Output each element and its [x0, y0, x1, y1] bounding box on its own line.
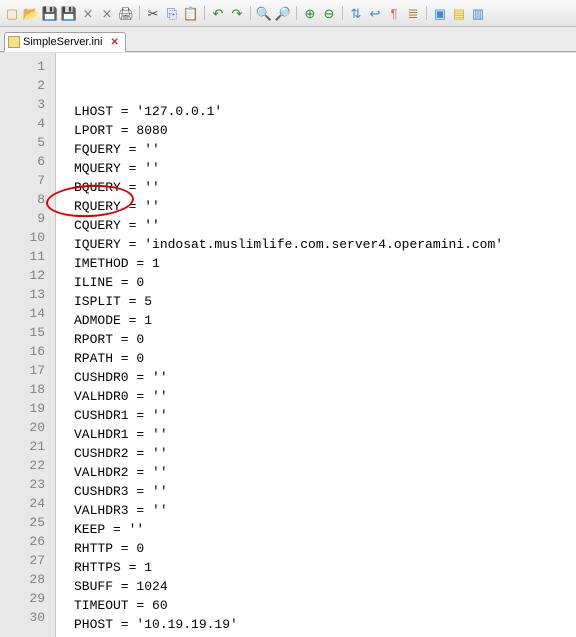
- line-number: 24: [0, 494, 55, 513]
- line-number: 5: [0, 133, 55, 152]
- code-line[interactable]: RPATH = 0: [74, 349, 576, 368]
- line-number: 19: [0, 399, 55, 418]
- code-line[interactable]: PHOST = '10.19.19.19': [74, 615, 576, 634]
- code-line[interactable]: VALHDR0 = '': [74, 387, 576, 406]
- main-toolbar: ▢ 📂 💾 💾 ⨯ ⨯ 🖨 ✂ ⎘ 📋 ↶ ↷ 🔍 🔎 ⊕ ⊖ ⇅ ↩ ¶ ≣ …: [0, 0, 576, 27]
- line-number-gutter: 1234567891011121314151617181920212223242…: [0, 53, 56, 637]
- code-content[interactable]: LHOST = '127.0.0.1'LPORT = 8080FQUERY = …: [56, 53, 576, 637]
- code-line[interactable]: ILINE = 0: [74, 273, 576, 292]
- code-line[interactable]: RHTTPS = 1: [74, 558, 576, 577]
- indent-guide-icon[interactable]: ≣: [405, 5, 421, 21]
- code-line[interactable]: VALHDR3 = '': [74, 501, 576, 520]
- code-line[interactable]: BQUERY = '': [74, 178, 576, 197]
- toolbar-separator: [139, 6, 140, 20]
- line-number: 16: [0, 342, 55, 361]
- code-line[interactable]: VALHDR2 = '': [74, 463, 576, 482]
- line-number: 21: [0, 437, 55, 456]
- file-icon: [8, 36, 20, 48]
- open-file-icon[interactable]: 📂: [23, 5, 39, 21]
- replace-icon[interactable]: 🔎: [275, 5, 291, 21]
- line-number: 11: [0, 247, 55, 266]
- code-line[interactable]: LPORT = 8080: [74, 121, 576, 140]
- word-wrap-icon[interactable]: ↩: [367, 5, 383, 21]
- save-icon[interactable]: 💾: [42, 5, 58, 21]
- line-number: 30: [0, 608, 55, 627]
- code-line[interactable]: RQUERY = '': [74, 197, 576, 216]
- zoom-in-icon[interactable]: ⊕: [302, 5, 318, 21]
- code-line[interactable]: ISPLIT = 5: [74, 292, 576, 311]
- code-line[interactable]: RPORT = 0: [74, 330, 576, 349]
- code-line[interactable]: KEEP = '': [74, 520, 576, 539]
- toolbar-separator: [204, 6, 205, 20]
- zoom-out-icon[interactable]: ⊖: [321, 5, 337, 21]
- line-number: 17: [0, 361, 55, 380]
- toolbar-separator: [250, 6, 251, 20]
- line-number: 4: [0, 114, 55, 133]
- toolbar-separator: [296, 6, 297, 20]
- code-line[interactable]: TIMEOUT = 60: [74, 596, 576, 615]
- code-line[interactable]: CUSHDR0 = '': [74, 368, 576, 387]
- code-line[interactable]: RHTTP = 0: [74, 539, 576, 558]
- doc-map-icon[interactable]: ▥: [470, 5, 486, 21]
- code-line[interactable]: CUSHDR3 = '': [74, 482, 576, 501]
- line-number: 13: [0, 285, 55, 304]
- print-icon[interactable]: 🖨: [118, 5, 134, 21]
- code-line[interactable]: FQUERY = '': [74, 140, 576, 159]
- line-number: 26: [0, 532, 55, 551]
- editor-area: 1234567891011121314151617181920212223242…: [0, 52, 576, 637]
- line-number: 25: [0, 513, 55, 532]
- save-all-icon[interactable]: 💾: [61, 5, 77, 21]
- toolbar-separator: [342, 6, 343, 20]
- tab-filename: SimpleServer.ini: [23, 36, 102, 48]
- line-number: 9: [0, 209, 55, 228]
- line-number: 1: [0, 57, 55, 76]
- find-icon[interactable]: 🔍: [256, 5, 272, 21]
- new-file-icon[interactable]: ▢: [4, 5, 20, 21]
- line-number: 28: [0, 570, 55, 589]
- code-line[interactable]: CUSHDR1 = '': [74, 406, 576, 425]
- close-icon[interactable]: ⨯: [80, 5, 96, 21]
- tab-close-icon[interactable]: ✕: [110, 37, 118, 48]
- close-all-icon[interactable]: ⨯: [99, 5, 115, 21]
- code-line[interactable]: VALHDR1 = '': [74, 425, 576, 444]
- line-number: 15: [0, 323, 55, 342]
- line-number: 22: [0, 456, 55, 475]
- file-tab[interactable]: SimpleServer.ini ✕: [4, 32, 126, 52]
- line-number: 20: [0, 418, 55, 437]
- line-number: 3: [0, 95, 55, 114]
- undo-icon[interactable]: ↶: [210, 5, 226, 21]
- paste-icon[interactable]: 📋: [183, 5, 199, 21]
- code-line[interactable]: LHOST = '127.0.0.1': [74, 102, 576, 121]
- fold-icon[interactable]: ▣: [432, 5, 448, 21]
- line-number: 8: [0, 190, 55, 209]
- code-line[interactable]: MQUERY = '': [74, 159, 576, 178]
- cut-icon[interactable]: ✂: [145, 5, 161, 21]
- code-line[interactable]: CUSHDR2 = '': [74, 444, 576, 463]
- copy-icon[interactable]: ⎘: [164, 5, 180, 21]
- redo-icon[interactable]: ↷: [229, 5, 245, 21]
- line-number: 18: [0, 380, 55, 399]
- line-number: 2: [0, 76, 55, 95]
- code-line[interactable]: ADMODE = 1: [74, 311, 576, 330]
- tab-bar: SimpleServer.ini ✕: [0, 27, 576, 52]
- show-chars-icon[interactable]: ¶: [386, 5, 402, 21]
- line-number: 6: [0, 152, 55, 171]
- code-line[interactable]: IMETHOD = 1: [74, 254, 576, 273]
- sync-scroll-icon[interactable]: ⇅: [348, 5, 364, 21]
- line-number: 23: [0, 475, 55, 494]
- line-number: 29: [0, 589, 55, 608]
- line-number: 10: [0, 228, 55, 247]
- line-number: 27: [0, 551, 55, 570]
- line-number: 12: [0, 266, 55, 285]
- toolbar-separator: [426, 6, 427, 20]
- code-line[interactable]: IQUERY = 'indosat.muslimlife.com.server4…: [74, 235, 576, 254]
- function-list-icon[interactable]: ▤: [451, 5, 467, 21]
- code-line[interactable]: CQUERY = '': [74, 216, 576, 235]
- line-number: 14: [0, 304, 55, 323]
- line-number: 7: [0, 171, 55, 190]
- code-line[interactable]: SBUFF = 1024: [74, 577, 576, 596]
